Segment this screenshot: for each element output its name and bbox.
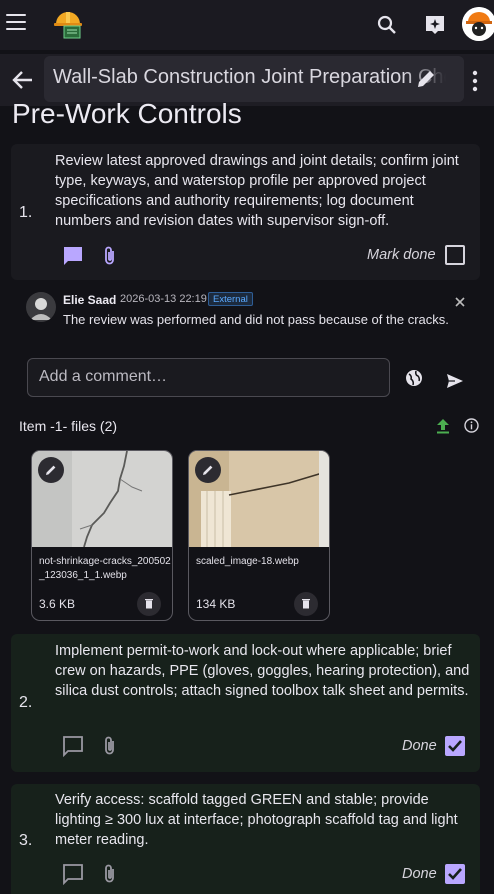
edit-icon[interactable]	[416, 69, 436, 89]
item-number: 1.	[19, 204, 33, 221]
delete-icon[interactable]	[137, 592, 161, 616]
done-label: Done	[402, 866, 437, 882]
upload-icon[interactable]	[436, 418, 450, 434]
item-text: Review latest approved drawings and join…	[55, 153, 459, 229]
checklist-item: 3. Verify access: scaffold tagged GREEN …	[11, 784, 480, 894]
item-number: 3.	[19, 832, 33, 849]
comment-icon[interactable]	[62, 863, 84, 886]
file-size: 3.6 KB	[39, 597, 76, 611]
more-vert-icon[interactable]	[471, 70, 479, 92]
comment-icon[interactable]	[62, 735, 84, 758]
comment-input[interactable]: Add a comment…	[27, 358, 390, 397]
attach-icon[interactable]	[101, 735, 119, 757]
checklist-item: 2. Implement permit-to-work and lock-out…	[11, 634, 480, 772]
back-arrow-icon[interactable]	[10, 68, 36, 92]
files-label: Item -1- files (2)	[19, 418, 118, 434]
comment-text: The review was performed and did not pas…	[63, 312, 449, 327]
search-icon[interactable]	[375, 13, 399, 37]
comment-author: Elie Saad	[63, 293, 117, 307]
delete-icon[interactable]	[294, 592, 318, 616]
file-card[interactable]: scaled_image-18.webp 134 KB	[188, 450, 330, 621]
avatar[interactable]	[462, 7, 494, 41]
comment-date: 2026-03-13 22:19	[120, 293, 207, 305]
page-title: Wall-Slab Construction Joint Preparation…	[53, 66, 463, 88]
done-label: Done	[402, 738, 437, 754]
attach-icon[interactable]	[101, 863, 119, 885]
title-field[interactable]: Wall-Slab Construction Joint Preparation…	[44, 56, 464, 102]
edit-icon[interactable]	[38, 457, 64, 483]
close-icon[interactable]	[454, 295, 466, 307]
section-heading: Pre-Work Controls	[12, 98, 242, 129]
file-card[interactable]: not-shrinkage-cracks_200502_123036_1_1.w…	[31, 450, 173, 621]
done-checkbox[interactable]	[445, 245, 465, 265]
globe-icon[interactable]	[405, 369, 423, 387]
done-checkbox[interactable]	[445, 736, 465, 756]
comment-input-placeholder: Add a comment…	[39, 368, 168, 385]
send-icon[interactable]	[446, 373, 464, 389]
external-badge: External	[208, 292, 253, 306]
attach-icon[interactable]	[101, 245, 119, 267]
ai-sparkle-icon[interactable]	[423, 13, 447, 37]
checklist-item: 1. Review latest approved drawings and j…	[11, 144, 480, 280]
avatar	[26, 292, 56, 322]
app-logo[interactable]	[50, 6, 86, 42]
item-text: Verify access: scaffold tagged GREEN and…	[55, 792, 458, 848]
comment-icon[interactable]	[62, 245, 84, 267]
menu-icon[interactable]	[6, 14, 26, 32]
mark-done-label: Mark done	[367, 247, 436, 263]
item-number: 2.	[19, 694, 33, 711]
item-text: Implement permit-to-work and lock-out wh…	[55, 643, 470, 699]
file-name: not-shrinkage-cracks_200502_123036_1_1.w…	[39, 556, 171, 581]
file-name: scaled_image-18.webp	[196, 556, 299, 567]
file-size: 134 KB	[196, 597, 236, 611]
info-icon[interactable]	[464, 418, 479, 433]
top-app-bar	[0, 0, 494, 50]
edit-icon[interactable]	[195, 457, 221, 483]
done-checkbox[interactable]	[445, 864, 465, 884]
